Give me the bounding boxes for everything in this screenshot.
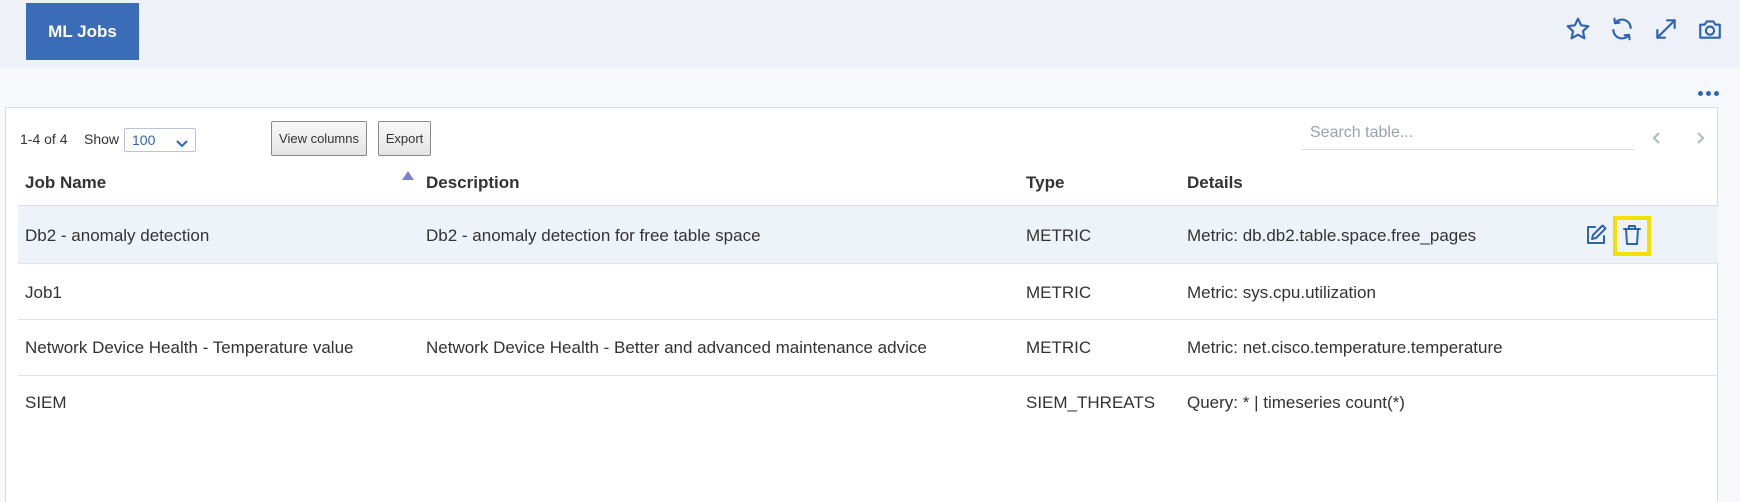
show-label: Show <box>84 131 120 147</box>
table-row[interactable]: SIEM SIEM_THREATS Query: * | timeseries … <box>18 376 1718 432</box>
refresh-icon[interactable] <box>1607 14 1637 44</box>
cell-job-name: Network Device Health - Temperature valu… <box>25 338 354 357</box>
cell-type: METRIC <box>1026 338 1092 357</box>
sort-ascending-icon[interactable] <box>402 171 414 180</box>
table-row[interactable]: Db2 - anomaly detection Db2 - anomaly de… <box>18 206 1718 264</box>
table-row[interactable]: Job1 METRIC Metric: sys.cpu.utilization <box>18 264 1718 320</box>
edit-icon[interactable] <box>1582 221 1610 249</box>
more-options-icon[interactable] <box>1695 85 1721 101</box>
search-input[interactable]: Search table... <box>1302 120 1634 150</box>
row-count: 1-4 of 4 <box>20 131 68 147</box>
cell-job-name: Db2 - anomaly detection <box>25 226 210 245</box>
cell-type: METRIC <box>1026 283 1092 302</box>
chevron-down-icon <box>175 134 189 148</box>
previous-page-icon[interactable] <box>1647 128 1667 148</box>
cell-description: Db2 - anomaly detection for free table s… <box>426 226 761 245</box>
cell-type: METRIC <box>1026 226 1092 245</box>
rows-per-page-select[interactable]: 100 <box>124 128 196 152</box>
camera-icon[interactable] <box>1695 14 1725 44</box>
expand-icon[interactable] <box>1651 14 1681 44</box>
view-columns-button[interactable]: View columns <box>271 121 367 156</box>
cell-details: Metric: db.db2.table.space.free_pages <box>1187 226 1477 245</box>
cell-description: Network Device Health - Better and advan… <box>426 338 927 357</box>
jobs-table-panel: 1-4 of 4 Show 100 View columns Export Se… <box>5 107 1718 502</box>
star-icon[interactable] <box>1563 14 1593 44</box>
cell-job-name: SIEM <box>25 393 67 412</box>
column-header-description[interactable]: Description <box>426 173 520 193</box>
export-button[interactable]: Export <box>378 121 431 156</box>
column-header-job-name[interactable]: Job Name <box>25 173 106 193</box>
cell-type: SIEM_THREATS <box>1026 393 1156 412</box>
column-header-type[interactable]: Type <box>1026 173 1064 193</box>
table-row[interactable]: Network Device Health - Temperature valu… <box>18 320 1718 376</box>
top-bar: ML Jobs <box>0 0 1740 68</box>
cell-details: Query: * | timeseries count(*) <box>1187 393 1405 412</box>
next-page-icon[interactable] <box>1690 128 1710 148</box>
delete-icon[interactable] <box>1618 221 1646 249</box>
cell-job-name: Job1 <box>25 283 62 302</box>
cell-details: Metric: sys.cpu.utilization <box>1187 283 1376 302</box>
page-title-tab[interactable]: ML Jobs <box>26 3 139 60</box>
rows-per-page-value: 100 <box>132 132 156 148</box>
cell-details: Metric: net.cisco.temperature.temperatur… <box>1187 338 1503 357</box>
column-header-details[interactable]: Details <box>1187 173 1243 193</box>
